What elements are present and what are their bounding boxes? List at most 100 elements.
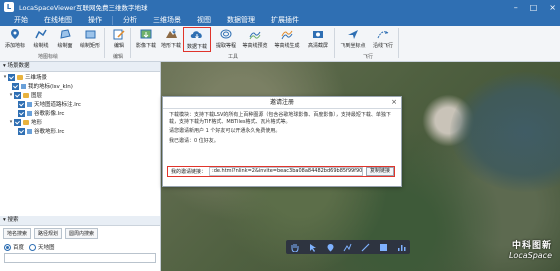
radio-icon [29, 244, 37, 251]
ribbon-separator [334, 28, 335, 58]
brand-en: LocaSpace [508, 251, 552, 260]
scene-data-header: ▾ 场景数据 [0, 62, 160, 72]
contour-preview-button[interactable]: 等高线预览 [240, 27, 270, 52]
tab-place-search[interactable]: 地名搜索 [3, 228, 32, 239]
tree-item-layers[interactable]: ▾ 图层 [8, 91, 42, 99]
edit-button[interactable]: 编辑 [106, 27, 132, 52]
menu-bar: 开始 在线地图 操作 分析 三维场景 视图 数据管理 扩展插件 [0, 14, 560, 26]
select-arrow-icon[interactable] [308, 242, 318, 252]
ribbon-separator [130, 28, 131, 58]
close-icon[interactable]: × [391, 97, 397, 108]
ribbon-separator [398, 28, 399, 58]
search-header: ▾ 搜索 [0, 216, 160, 226]
dialog-title: 邀请注册 × [163, 97, 401, 109]
contour-generate-icon [280, 27, 294, 41]
title-bar: L LocaSpaceViewer互联网免费三维数字地球 – □ × [0, 0, 560, 14]
draw-rectangle-button[interactable]: 绘制矩形 [77, 27, 103, 52]
invite-dialog: 邀请注册 × 下载模块：支持下载LSV的所有上百种图源（包含谷歌地球影像、百度影… [162, 96, 402, 187]
layer-icon [27, 101, 32, 107]
screenshot-button[interactable]: 高清截屏 [305, 27, 331, 52]
terrain-download-button[interactable]: 地形下载 [158, 27, 184, 52]
placemark-icon [8, 27, 22, 41]
terrain-download-icon [164, 27, 178, 41]
checkbox[interactable] [18, 100, 25, 108]
screenshot-icon [311, 27, 325, 41]
tree-item-terrain[interactable]: ▾ 地形 [8, 118, 42, 126]
contour-generate-button[interactable]: 等高线生成 [272, 27, 302, 52]
dialog-invite-tip: 请您邀请新用户 1 个好友可以开通永久免费使用。 [169, 128, 281, 134]
source-tianditu[interactable]: 天地图 [29, 243, 55, 251]
ribbon-toolbar: 添加地标 绘制线 绘制面 绘制矩形 地图标绘 编辑 编辑 影像下载 地形下载 数… [0, 26, 560, 62]
ribbon-separator [104, 28, 105, 58]
sea-area [450, 72, 560, 192]
map-toolbar [286, 240, 410, 254]
group-label-fly: 飞行 [363, 54, 374, 60]
tab-circle-search[interactable]: 圆周内搜索 [65, 228, 99, 239]
invite-link-row: 我的邀请链接： :de.html?nlink=2&invite=beac3ba0… [167, 166, 395, 177]
fly-to-icon [346, 27, 360, 41]
tree-item-my-placemarks[interactable]: 我的地标(lsv_kln) [12, 82, 73, 90]
tree-item-google-terrain[interactable]: 谷歌地形.lrc [18, 127, 64, 135]
layer-icon [21, 83, 26, 89]
maximize-icon[interactable]: □ [530, 3, 538, 12]
fly-to-point-button[interactable]: 飞到坐标点 [338, 27, 368, 52]
image-download-icon [139, 27, 153, 41]
checkbox[interactable] [18, 127, 25, 135]
tab-route-planning[interactable]: 路径规划 [34, 228, 63, 239]
chart-tool-icon[interactable] [396, 242, 406, 252]
search-input[interactable] [4, 253, 156, 263]
add-placemark-button[interactable]: 添加地标 [2, 27, 28, 52]
menu-3d-scene[interactable]: 三维场景 [145, 14, 189, 26]
app-logo-icon: L [4, 2, 14, 12]
measure-tool-icon[interactable] [361, 242, 371, 252]
group-label-tools: 工具 [228, 54, 239, 60]
menu-start[interactable]: 开始 [6, 14, 36, 26]
checkbox[interactable] [12, 82, 19, 90]
image-download-button[interactable]: 影像下载 [133, 27, 159, 52]
menu-data-manage[interactable]: 数据管理 [219, 14, 263, 26]
checkbox[interactable] [14, 118, 21, 126]
fly-route-icon [376, 27, 390, 41]
group-label-edit: 编辑 [113, 54, 124, 60]
source-baidu[interactable]: 百度 [4, 243, 24, 251]
menu-operate[interactable]: 操作 [80, 14, 110, 26]
folder-icon [17, 74, 23, 80]
checkbox[interactable] [8, 73, 15, 81]
tree-item-3d-scene[interactable]: ▾ 三维场景 [2, 73, 47, 81]
contour-extract-icon [219, 27, 233, 41]
folder-icon [23, 119, 29, 125]
edit-icon [112, 27, 126, 41]
minimize-icon[interactable]: – [514, 3, 518, 12]
menu-separator [112, 15, 113, 25]
window-controls: – □ × [514, 0, 556, 14]
group-label-mark: 地图标绘 [38, 54, 59, 60]
menu-plugins[interactable]: 扩展插件 [263, 14, 307, 26]
menu-online-map[interactable]: 在线地图 [36, 14, 80, 26]
search-source: 百度 天地图 [4, 243, 55, 251]
draw-polygon-button[interactable]: 绘制面 [52, 27, 78, 52]
extract-contour-button[interactable]: 提取等程 [213, 27, 239, 52]
tree-item-tianditu-road[interactable]: 天地图道路标注.lrc [18, 100, 81, 108]
brand-cn: 中科图新 [511, 241, 552, 251]
checkbox[interactable] [18, 109, 25, 117]
dialog-invite-count: 我已邀请：0 位好友。 [169, 137, 219, 144]
pan-hand-icon[interactable] [290, 242, 300, 252]
checkbox[interactable] [14, 91, 21, 99]
window-title: LocaSpaceViewer互联网免费三维数字地球 [19, 4, 148, 12]
fly-along-line-button[interactable]: 沿线飞行 [370, 27, 396, 52]
line-tool-icon[interactable] [343, 242, 353, 252]
close-icon[interactable]: × [549, 3, 556, 12]
menu-view[interactable]: 视图 [189, 14, 219, 26]
data-download-button[interactable]: 数据下载 [183, 27, 211, 52]
placemark-tool-icon[interactable] [325, 242, 335, 252]
invite-link-field[interactable]: :de.html?nlink=2&invite=beac3ba08a84482b… [209, 167, 363, 176]
area-tool-icon[interactable] [378, 242, 388, 252]
draw-line-button[interactable]: 绘制线 [28, 27, 54, 52]
left-panel: ▾ 场景数据 ▾ 三维场景 我的地标(lsv_kln) ▾ 图层 天地图道路标注.l… [0, 62, 161, 271]
copy-link-button[interactable]: 复制链接 [366, 167, 395, 176]
polyline-icon [34, 27, 48, 41]
menu-analysis[interactable]: 分析 [115, 14, 145, 26]
dialog-body: 下载模块：支持下载LSV的所有上百种图源（包含谷歌地球影像、百度影像），支持最短… [163, 109, 401, 150]
tree-item-google-image[interactable]: 谷歌影像.lrc [18, 109, 64, 117]
layer-icon [27, 128, 32, 134]
